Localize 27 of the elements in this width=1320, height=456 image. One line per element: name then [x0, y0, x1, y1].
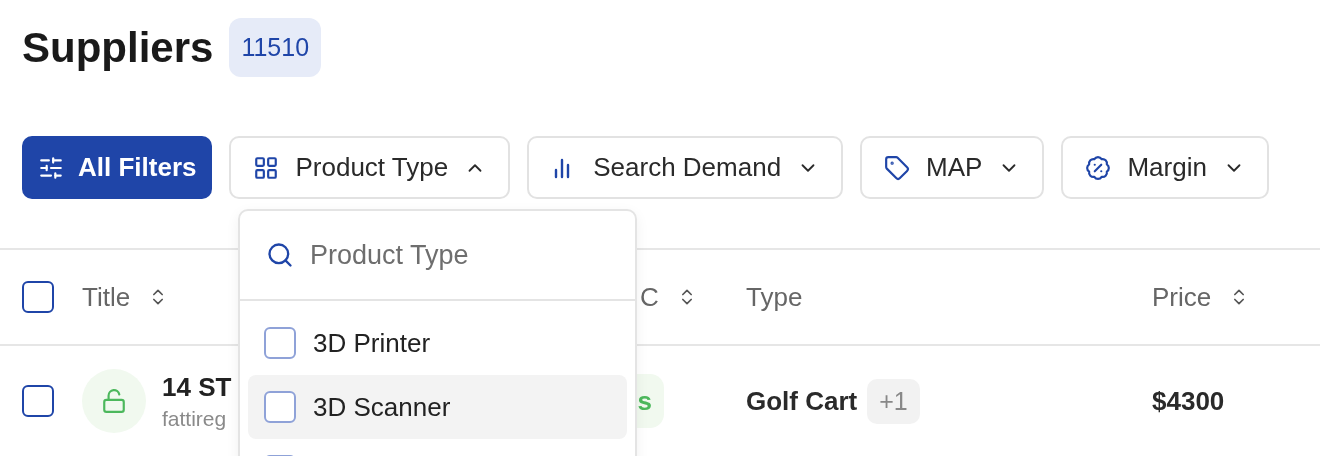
- all-filters-button[interactable]: All Filters: [22, 136, 213, 199]
- row-checkbox[interactable]: [22, 385, 54, 417]
- count-badge: 11510: [229, 18, 322, 77]
- column-header[interactable]: Title: [82, 281, 169, 313]
- tag-icon: [884, 154, 911, 181]
- type-text: Golf Cart: [746, 385, 858, 417]
- column-header: Type: [746, 281, 803, 313]
- dropdown-option[interactable]: 3D Scanner: [248, 375, 627, 439]
- page-title: Suppliers: [22, 23, 214, 72]
- filter-dropdown-button[interactable]: Margin: [1061, 136, 1269, 199]
- sliders-icon: [38, 154, 64, 181]
- filter-dropdown-button[interactable]: MAP: [860, 136, 1045, 199]
- percent-badge-icon: [1085, 154, 1112, 181]
- more-count-badge: +1: [867, 378, 920, 424]
- row-title: 14 ST: [162, 371, 232, 403]
- search-icon: [266, 241, 294, 269]
- column-header[interactable]: C: [640, 281, 697, 313]
- row-subtitle: fattireg: [162, 406, 228, 431]
- filter-dropdown-button[interactable]: Product Type: [229, 136, 511, 199]
- option-checkbox[interactable]: [264, 327, 296, 359]
- column-header[interactable]: Price: [1152, 281, 1250, 313]
- option-checkbox[interactable]: [264, 391, 296, 423]
- dropdown-option[interactable]: 3D Printer: [248, 311, 627, 375]
- price-text: $4300: [1152, 385, 1226, 417]
- grid-icon: [253, 154, 280, 181]
- filter-dropdown-button[interactable]: Search Demand: [527, 136, 844, 199]
- select-all-checkbox[interactable]: [22, 281, 54, 313]
